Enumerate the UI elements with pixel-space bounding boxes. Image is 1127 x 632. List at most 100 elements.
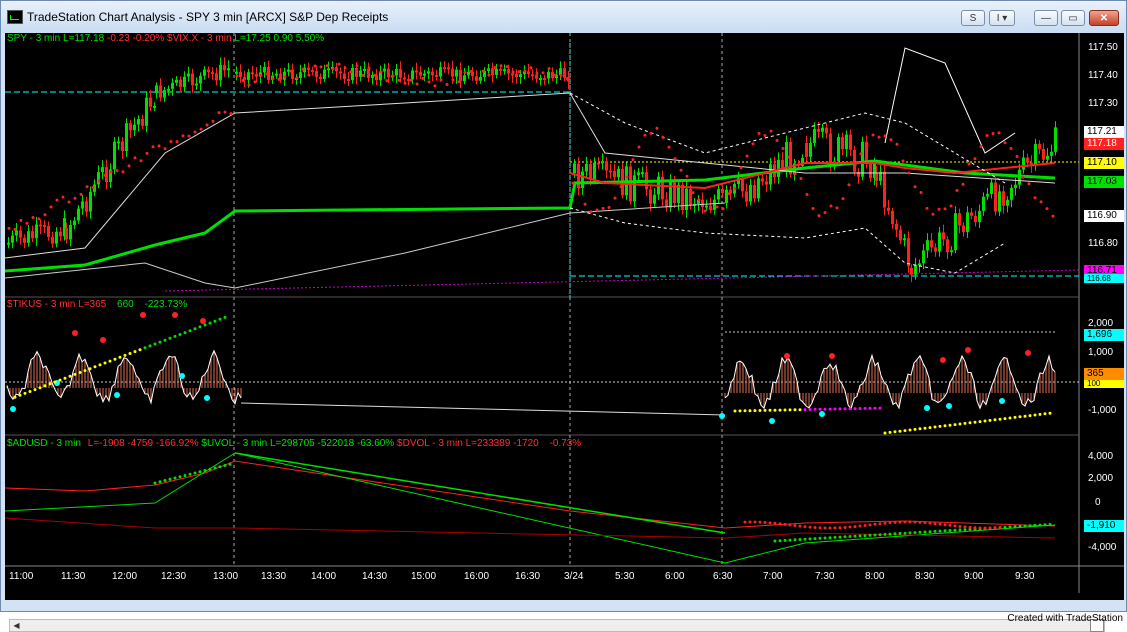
adusd-dot [893,520,897,524]
candle-body [219,64,222,81]
adusd-dot [748,520,752,524]
time-tick: 14:00 [311,571,337,582]
dvol-line [5,460,1056,529]
window-menu-button[interactable]: I ▾ [989,10,1015,26]
sar-dot [61,195,65,199]
sar-dot [595,208,599,212]
close-button[interactable]: ✕ [1089,10,1119,26]
candle-body [769,164,772,185]
horizontal-scrollbar[interactable]: ◀ ▶ [9,619,1105,632]
adusd-dot [1038,523,1042,527]
tik-flat-line [240,402,726,416]
candle-body [837,137,840,162]
candle-body [907,238,910,267]
candle-body [459,69,462,82]
sar-dot [985,134,989,138]
sar-dot [13,227,17,231]
sar-dot [991,132,995,136]
candle-body [187,73,190,77]
sar-dot [1039,200,1043,204]
candle-body [958,213,961,226]
tik-trend-dot [73,372,77,376]
candle-body [163,90,166,98]
candle-body [869,163,872,179]
time-tick: 5:30 [615,571,635,582]
candle-body [223,64,226,71]
adusd-dot [833,535,837,539]
scroll-left-arrow-icon[interactable]: ◀ [10,620,23,631]
candle-body [153,105,156,108]
candle-body [149,97,152,107]
candle-body [423,73,426,76]
panel1-chg: -0.23 [106,33,130,44]
adusd-dot [153,481,157,485]
candle-body [1002,191,1005,206]
sar-dot [637,145,641,149]
candle-body [918,263,921,266]
candle-body [359,70,362,77]
adusd-dot [908,531,912,535]
tik-trend-dot [773,408,777,412]
candle-body [809,142,812,157]
candle-body [825,127,828,134]
candle-body [531,74,534,77]
panel3-last3: L=233389 [465,438,511,449]
adusd-dot [743,520,747,524]
chart-area[interactable]: SPY - 3 min L=117.18 -0.23 -0.20% $VIX.X… [5,33,1124,632]
time-tick: 9:00 [964,571,984,582]
time-tick: 8:00 [865,571,885,582]
time-tick: 6:00 [665,571,685,582]
sar-dot [427,80,431,84]
adusd-dot [783,538,787,542]
tik-trend-dot [158,340,162,344]
tik-high-dot [140,312,146,318]
adusd-dot [763,520,767,524]
candle-body [455,69,458,77]
adusd-dot [963,525,967,529]
adusd-dot [853,525,857,529]
candle-body [1022,157,1025,170]
title-bar: TradeStation Chart Analysis - SPY 3 min … [1,1,1126,33]
candle-body [637,172,640,176]
candle-body [585,163,588,172]
tik-trend-dot [813,407,817,411]
p3-axis-tick: 0 [1095,497,1101,508]
tik-trend-dot [118,355,122,359]
candle-body [159,85,162,98]
adusd-dot [208,467,212,471]
tik-trend-dot [58,378,62,382]
tik-trend-dot [893,430,897,434]
adusd-dot [188,472,192,476]
tik-trend-dot [168,336,172,340]
p2-axis-tick: 2,000 [1088,318,1114,329]
candle-body [749,185,752,202]
sar-dot [823,211,827,215]
sar-dot [49,205,53,209]
adusd-dot [918,520,922,524]
tik-trend-dot [1013,415,1017,419]
candle-body [559,68,562,75]
maximize-button[interactable]: ▭ [1061,10,1085,26]
sar-dot [889,138,893,142]
candle-body [347,79,350,82]
symbol-link-button[interactable]: S [961,10,985,26]
sar-dot [169,139,173,143]
tik-trend-dot [943,424,947,428]
candle-body [970,212,973,216]
candle-body [883,171,886,208]
candle-body [323,69,326,80]
adusd-dot [913,520,917,524]
adusd-box: -1,910 [1084,520,1124,532]
minimize-button[interactable]: — [1034,10,1058,26]
candle-body [721,189,724,194]
time-tick: 12:00 [112,571,138,582]
sar-dot [619,185,623,189]
candle-body [934,247,937,252]
candle-body [942,232,945,240]
candle-body [463,75,466,82]
adusd-dot [158,480,162,484]
sar-dot [913,185,917,189]
candle-body [97,172,100,185]
candle-body [899,229,902,241]
sar-dot [253,80,257,84]
